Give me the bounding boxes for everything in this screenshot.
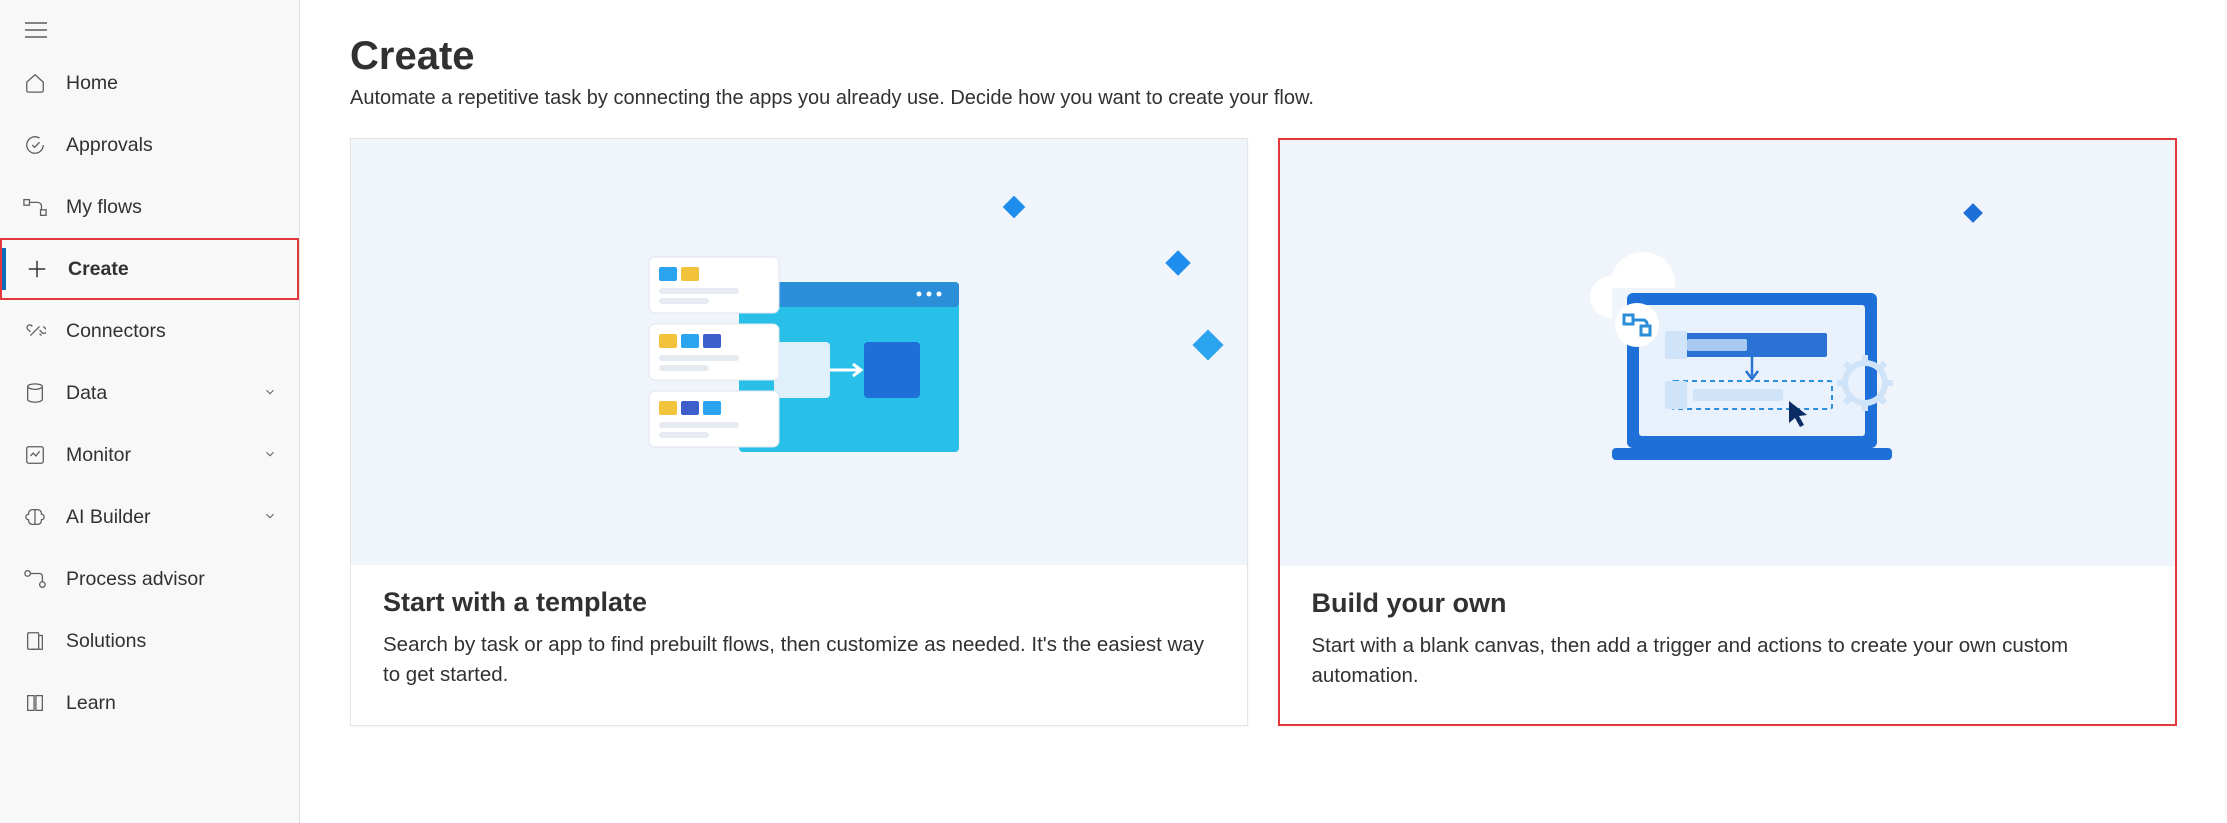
- data-icon: [22, 380, 48, 406]
- hamburger-icon: [25, 22, 47, 38]
- card-title: Build your own: [1312, 588, 2144, 619]
- card-description: Search by task or app to find prebuilt f…: [383, 630, 1215, 689]
- sidebar-item-label: AI Builder: [66, 506, 151, 529]
- monitor-icon: [22, 442, 48, 468]
- sidebar-item-ai-builder[interactable]: AI Builder: [0, 486, 299, 548]
- sidebar-item-label: Approvals: [66, 134, 153, 157]
- home-icon: [22, 70, 48, 96]
- build-illustration-icon: [1517, 223, 1937, 483]
- sidebar-item-process-advisor[interactable]: Process advisor: [0, 548, 299, 610]
- sidebar-item-label: Data: [66, 382, 107, 405]
- create-icon: [24, 256, 50, 282]
- sidebar-item-solutions[interactable]: Solutions: [0, 610, 299, 672]
- card-title: Start with a template: [383, 587, 1215, 618]
- sidebar-item-connectors[interactable]: Connectors: [0, 300, 299, 362]
- card-hero-illustration: [351, 139, 1247, 565]
- sidebar-item-create[interactable]: Create: [0, 238, 299, 300]
- solutions-icon: [22, 628, 48, 654]
- chevron-down-icon: [263, 506, 277, 529]
- learn-icon: [22, 690, 48, 716]
- sidebar-item-label: Monitor: [66, 444, 131, 467]
- create-cards-row: Start with a template Search by task or …: [350, 138, 2177, 726]
- sidebar-item-monitor[interactable]: Monitor: [0, 424, 299, 486]
- sidebar-item-label: Create: [68, 258, 129, 281]
- connectors-icon: [22, 318, 48, 344]
- sidebar-item-label: Process advisor: [66, 568, 205, 591]
- sidebar-item-approvals[interactable]: Approvals: [0, 114, 299, 176]
- ai-builder-icon: [22, 504, 48, 530]
- sidebar-item-label: Connectors: [66, 320, 166, 343]
- sidebar-item-learn[interactable]: Learn: [0, 672, 299, 734]
- sidebar-item-my-flows[interactable]: My flows: [0, 176, 299, 238]
- card-body: Build your own Start with a blank canvas…: [1280, 566, 2176, 724]
- main-content: Create Automate a repetitive task by con…: [300, 0, 2227, 823]
- card-description: Start with a blank canvas, then add a tr…: [1312, 631, 2144, 690]
- sidebar-item-label: Solutions: [66, 630, 146, 653]
- card-build-your-own[interactable]: Build your own Start with a blank canvas…: [1278, 138, 2178, 726]
- sidebar-item-label: Learn: [66, 692, 116, 715]
- card-hero-illustration: [1280, 140, 2176, 566]
- chevron-down-icon: [263, 444, 277, 467]
- card-body: Start with a template Search by task or …: [351, 565, 1247, 723]
- page-title: Create: [350, 34, 2177, 79]
- card-start-with-template[interactable]: Start with a template Search by task or …: [350, 138, 1248, 726]
- template-illustration-icon: [599, 222, 999, 482]
- approvals-icon: [22, 132, 48, 158]
- hamburger-menu-button[interactable]: [0, 12, 299, 52]
- page-subtitle: Automate a repetitive task by connecting…: [350, 87, 2177, 110]
- sidebar-item-label: Home: [66, 72, 118, 95]
- my-flows-icon: [22, 194, 48, 220]
- chevron-down-icon: [263, 382, 277, 405]
- sidebar: Home Approvals My flows Create Connector…: [0, 0, 300, 823]
- process-advisor-icon: [22, 566, 48, 592]
- sidebar-item-label: My flows: [66, 196, 142, 219]
- sidebar-item-home[interactable]: Home: [0, 52, 299, 114]
- sidebar-item-data[interactable]: Data: [0, 362, 299, 424]
